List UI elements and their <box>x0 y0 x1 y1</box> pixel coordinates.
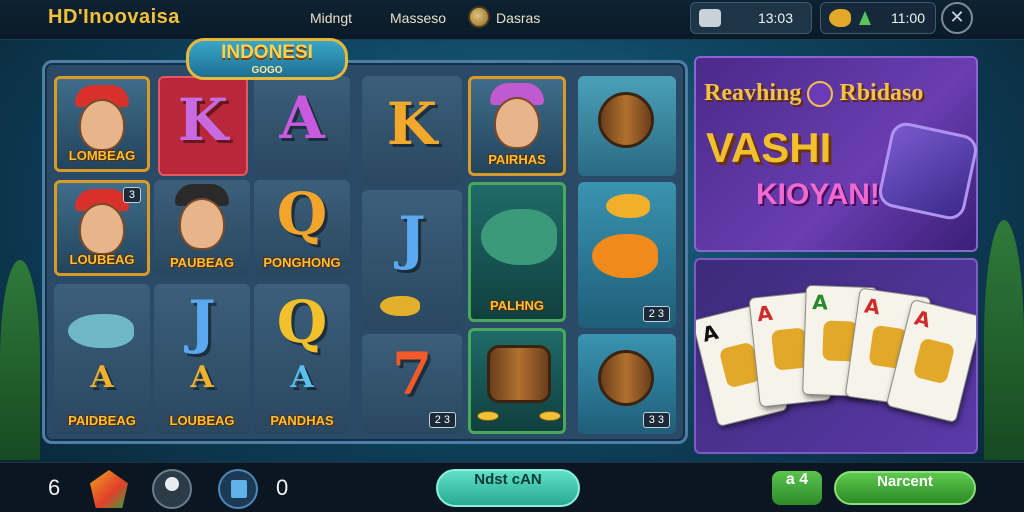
seaweed-right-decoration <box>984 220 1024 460</box>
close-button[interactable]: ✕ <box>941 2 973 34</box>
reel-symbol-q: Q PONGHONG <box>254 180 350 276</box>
coin-icon <box>468 6 490 28</box>
spin-button[interactable]: Ndst cAN <box>436 469 580 507</box>
symbol-label: PAIRHAS <box>488 152 546 167</box>
character-face-icon <box>179 198 225 250</box>
up-arrow-icon <box>859 11 871 25</box>
app-icon[interactable] <box>218 469 258 509</box>
reel-6[interactable]: 2 3 3 3 <box>578 76 676 434</box>
bottom-bar: 6 0 Ndst cAN a 4 Narcent <box>0 462 1024 512</box>
promo-banner[interactable]: Reavhing Rbidaso VASHI KIOYAN! <box>694 56 980 252</box>
symbol-label: LOMBEAG <box>68 148 136 163</box>
bet-button[interactable]: a 4 <box>772 471 822 505</box>
corner-badge: 3 <box>122 187 141 203</box>
reel-symbol-barrel <box>468 328 566 434</box>
reel-symbol-k: K <box>158 76 248 176</box>
reel-symbol-chest-fish <box>578 76 676 176</box>
letter-q-symbol: Q <box>276 288 328 356</box>
symbol-label: PANDHAS <box>270 413 334 428</box>
game-logo: INDONESI GOGO <box>186 38 348 80</box>
wallet-display[interactable]: 11:00 <box>820 2 936 34</box>
nav-item-dasras[interactable]: Dasras <box>496 10 540 26</box>
reel-symbol-a: A <box>254 76 350 176</box>
reel-symbol-fish: A PAIDBEAG <box>54 284 150 434</box>
symbol-badge: 2 3 <box>428 412 456 428</box>
symbol-label: PONGHONG <box>263 255 341 270</box>
barrel-icon <box>487 345 551 403</box>
nav-item-masseso[interactable]: Masseso <box>390 10 446 26</box>
credit-value: 0 <box>276 475 289 500</box>
pot-icon <box>598 350 654 406</box>
promo-line-3: KIOYAN! <box>756 178 880 211</box>
balance-value: 13:03 <box>757 10 793 26</box>
fish-icon <box>380 296 420 316</box>
next-button[interactable]: Narcent <box>834 471 976 505</box>
promo-line-1: Reavhing Rbidaso <box>704 80 924 108</box>
promo-line-2: VASHI <box>706 124 832 171</box>
brand-title: HD'Inoovaisa <box>48 6 180 28</box>
character-face-icon <box>79 99 125 151</box>
letter-a-symbol: A <box>90 360 114 395</box>
gem-icon[interactable] <box>90 470 128 508</box>
reel-symbol-tuna: PALHNG <box>468 182 566 322</box>
symbol-badge: 2 3 <box>642 306 670 322</box>
reel-symbol-character: PAUBEAG <box>154 180 250 276</box>
letter-k-symbol: K <box>386 90 438 158</box>
reel-2[interactable]: K PAUBEAG J A LOUBEAG <box>154 76 250 434</box>
wallet-value: 11:00 <box>891 10 925 26</box>
symbol-badge: 3 3 <box>642 412 670 428</box>
reel-symbol-7: 7 2 3 <box>362 334 462 434</box>
symbol-label: LOUBEAG <box>169 413 235 428</box>
seven-symbol: 7 <box>391 340 433 408</box>
symbol-label: PAIDBEAG <box>68 413 136 428</box>
letter-q-symbol: Q <box>276 180 328 248</box>
reel-4[interactable]: K J 7 2 3 <box>362 76 462 434</box>
chest-icon <box>598 92 654 148</box>
top-bar: HD'Inoovaisa Midngt Masseso Dasras 13:03… <box>0 0 1024 40</box>
nav-item-midngt[interactable]: Midngt <box>310 10 352 26</box>
reel-symbol-j: J A LOUBEAG <box>154 284 250 434</box>
letter-j-symbol: J <box>188 288 216 356</box>
character-face-icon <box>494 97 540 149</box>
reel-symbol-k: K <box>362 76 462 186</box>
goldfish-icon <box>592 234 658 278</box>
tuna-fish-icon <box>481 209 557 265</box>
reel-1[interactable]: LOMBEAG 3 LOUBEAG A PAIDBEAG <box>54 76 150 434</box>
coins-icon <box>477 411 499 421</box>
reel-5[interactable]: PAIRHAS PALHNG <box>468 76 568 434</box>
fish-icon <box>829 9 851 27</box>
reel-symbol-character: LOMBEAG <box>54 76 150 172</box>
count-value: 6 <box>48 475 61 500</box>
logo-subtitle: GOGO <box>251 65 283 76</box>
reel-symbol-character: PAIRHAS <box>468 76 566 176</box>
card-hand-panel[interactable]: A A A A A <box>694 258 978 454</box>
chest-icon <box>699 9 721 27</box>
letter-k-symbol: K <box>177 86 229 154</box>
logo-badge-icon <box>807 81 834 108</box>
letter-a-symbol: A <box>290 360 314 395</box>
reel-symbol-pot: 3 3 <box>578 334 676 434</box>
logo-title: INDONESI <box>221 42 313 63</box>
reel-symbol-j: J <box>362 190 462 330</box>
letter-a-symbol: A <box>190 360 214 395</box>
emblem-icon <box>876 119 980 223</box>
seaweed-left-decoration <box>0 260 40 460</box>
letter-a-symbol: A <box>279 84 325 152</box>
avatar[interactable] <box>152 469 192 509</box>
symbol-label: LOUBEAG <box>69 252 135 267</box>
reel-symbol-character: 3 LOUBEAG <box>54 180 150 276</box>
reel-symbol-q: Q A PANDHAS <box>254 284 350 434</box>
reel-symbol-goldfish: 2 3 <box>578 182 676 328</box>
card-art-icon <box>912 337 956 385</box>
balance-display[interactable]: 13:03 <box>690 2 812 34</box>
reel-3[interactable]: A Q PONGHONG Q A PANDHAS <box>254 76 350 434</box>
character-face-icon <box>79 203 125 255</box>
coins-icon <box>539 411 561 421</box>
fish-icon <box>68 314 134 348</box>
letter-j-symbol: J <box>398 204 426 272</box>
symbol-label: PALHNG <box>490 298 544 313</box>
goldfish-icon <box>606 194 650 218</box>
symbol-label: PAUBEAG <box>169 255 235 270</box>
